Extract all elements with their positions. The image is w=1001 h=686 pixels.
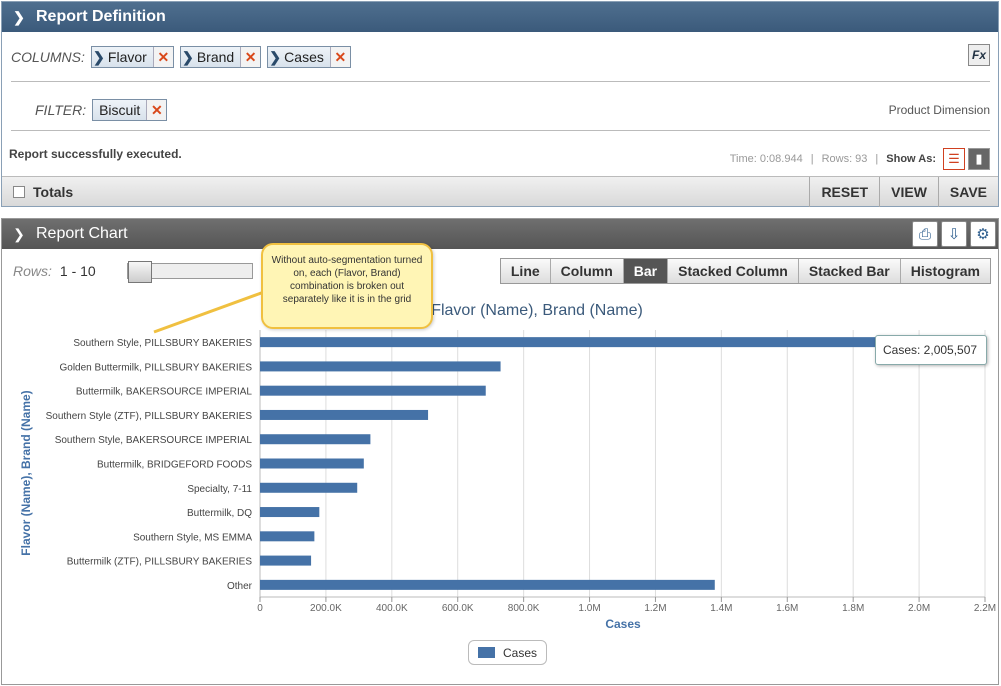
x-tick-label: 2.0M [908,603,930,614]
report-chart-panel: ❯ Report Chart ⎙ ⇩ ⚙ Rows: 1 - 10 Line Co… [1,218,999,685]
chart-view-icon[interactable]: ▮ [968,148,990,170]
columns-label: COLUMNS: [11,49,85,65]
grid-view-icon[interactable]: ☰ [943,148,965,170]
bar [260,337,921,348]
bar [260,482,358,493]
report-definition-header[interactable]: ❯ Report Definition [2,2,998,32]
category-label: Specialty, 7-11 [187,484,252,495]
rows-readout: Rows: 93 [821,153,868,165]
bar [260,507,320,518]
category-label: Southern Style, MS EMMA [133,532,252,543]
formula-button[interactable]: Fx [968,44,990,66]
totals-label: Totals [33,183,74,200]
view-button[interactable]: VIEW [879,176,938,207]
x-tick-label: 1.8M [842,603,864,614]
chart-legend[interactable]: Cases [468,640,548,665]
category-label: Buttermilk, DQ [187,508,252,519]
category-label: Buttermilk, BRIDGEFORD FOODS [97,460,252,471]
bar [260,458,364,469]
bar [260,531,315,542]
category-label: Other [227,581,253,592]
filter-row: FILTER: Biscuit ✕ Product Dimension [35,95,990,125]
x-tick-label: 0 [257,603,263,614]
chevron-right-icon: ❯ [181,48,194,65]
bar-chart: Flavor (Name), Brand (Name) Flavor (Name… [19,290,996,631]
x-tick-label: 1.2M [644,603,666,614]
remove-icon[interactable]: ✕ [146,100,167,120]
bar [260,385,486,396]
column-pill-label: Flavor [107,49,147,65]
x-tick-label: 1.4M [710,603,732,614]
chevron-right-icon: ❯ [269,48,282,65]
report-meta: Time: 0:08.944 | Rows: 93 | Show As: ☰ ▮ [722,148,990,170]
divider [11,81,990,82]
column-pill-label: Cases [284,49,324,65]
show-as-label: Show As: [886,153,936,165]
columns-row: COLUMNS: ❯ Flavor ✕ ❯ Brand ✕ ❯ Cases ✕ [11,42,990,72]
y-axis-label: Flavor (Name), Brand (Name) [19,390,33,555]
reset-button[interactable]: RESET [809,176,879,207]
x-tick-label: 400.0K [376,603,408,614]
chart-title: Flavor (Name), Brand (Name) [431,302,643,319]
status-message: Report successfully executed. [9,147,182,161]
x-tick-label: 1.0M [578,603,600,614]
dimension-label: Product Dimension [888,103,990,117]
filter-label: FILTER: [35,102,87,118]
remove-icon[interactable]: ✕ [152,47,173,67]
x-tick-label: 600.0K [442,603,474,614]
bar [260,579,715,590]
column-pill-flavor[interactable]: ❯ Flavor ✕ [90,46,174,68]
column-pill-label: Brand [196,49,235,65]
x-tick-label: 2.2M [974,603,996,614]
chevron-right-icon: ❯ [93,48,105,65]
category-label: Golden Buttermilk, PILLSBURY BAKERIES [60,362,253,373]
column-pill-cases[interactable]: ❯ Cases ✕ [267,46,351,68]
totals-checkbox[interactable] [13,185,25,198]
status-bar: Report successfully executed. Time: 0:08… [9,142,990,172]
x-tick-label: 200.0K [310,603,342,614]
category-label: Buttermilk, BAKERSOURCE IMPERIAL [76,387,253,398]
legend-swatch [478,647,495,658]
x-axis-label: Cases [605,617,641,631]
bar [260,409,429,420]
time-readout: Time: 0:08.944 [729,153,803,165]
x-tick-label: 800.0K [508,603,540,614]
remove-icon[interactable]: ✕ [329,47,350,67]
filter-pill-label: Biscuit [99,102,141,118]
x-tick-label: 1.6M [776,603,798,614]
bar [260,434,371,445]
column-pill-brand[interactable]: ❯ Brand ✕ [179,46,262,68]
save-button[interactable]: SAVE [937,176,998,207]
report-definition-title: Report Definition [36,8,166,25]
category-label: Southern Style (ZTF), PILLSBURY BAKERIES [46,411,253,422]
callout-pointer [153,290,265,334]
filter-pill-biscuit[interactable]: Biscuit ✕ [92,99,168,121]
bar [260,361,501,372]
totals-bar: Totals RESET VIEW SAVE [2,176,998,207]
bar [260,555,312,566]
bar-tooltip: Cases: 2,005,507 [875,335,987,365]
divider [11,130,990,131]
legend-label: Cases [503,645,538,660]
annotation-callout: Without auto-segmentation turned on, eac… [261,243,433,329]
category-label: Southern Style, BAKERSOURCE IMPERIAL [55,435,253,446]
category-label: Buttermilk (ZTF), PILLSBURY BAKERIES [67,557,253,568]
chevron-down-icon[interactable]: ❯ [2,9,36,26]
report-definition-panel: ❯ Report Definition COLUMNS: ❯ Flavor ✕ ❯ B… [1,1,999,207]
category-label: Southern Style, PILLSBURY BAKERIES [73,338,252,349]
remove-icon[interactable]: ✕ [240,47,261,67]
